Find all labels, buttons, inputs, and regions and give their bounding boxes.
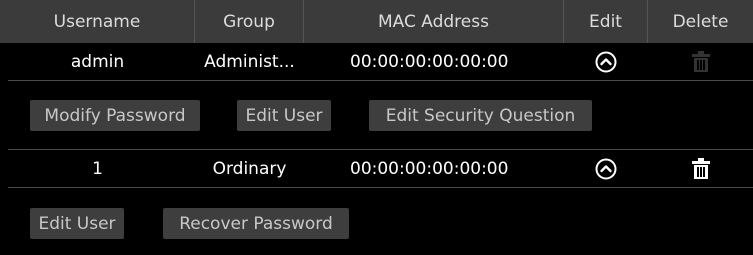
row-group: Ordinary xyxy=(212,159,287,179)
row-username: 1 xyxy=(92,159,103,179)
header-group: Group xyxy=(195,0,304,43)
table-row: admin Administ... 00:00:00:00:00:00 xyxy=(0,44,753,80)
row-mac-address: 00:00:00:00:00:00 xyxy=(350,52,509,72)
header-mac-address: MAC Address xyxy=(304,0,564,43)
modify-password-button[interactable]: Modify Password xyxy=(30,100,200,131)
edit-user-button[interactable]: Edit User xyxy=(30,208,124,239)
row-actions-panel: Modify Password Edit User Edit Security … xyxy=(8,80,753,150)
row-group: Administ... xyxy=(204,52,295,72)
table-row: 1 Ordinary 00:00:00:00:00:00 xyxy=(0,151,753,187)
table-header: Username Group MAC Address Edit Delete xyxy=(0,0,753,43)
edit-user-button[interactable]: Edit User xyxy=(237,100,331,131)
header-delete: Delete xyxy=(672,11,729,32)
recover-password-button[interactable]: Recover Password xyxy=(163,208,349,239)
trash-icon[interactable] xyxy=(648,151,753,187)
row-username: admin xyxy=(70,52,125,72)
chevron-up-circle-icon[interactable] xyxy=(564,151,648,187)
header-username: Username xyxy=(0,0,195,43)
header-edit: Edit xyxy=(564,0,648,43)
edit-security-question-button[interactable]: Edit Security Question xyxy=(369,100,592,131)
trash-icon xyxy=(648,44,753,80)
chevron-up-circle-icon[interactable] xyxy=(564,44,648,80)
row-mac-address: 00:00:00:00:00:00 xyxy=(350,159,509,179)
row-actions-panel: Edit User Recover Password xyxy=(8,187,753,255)
